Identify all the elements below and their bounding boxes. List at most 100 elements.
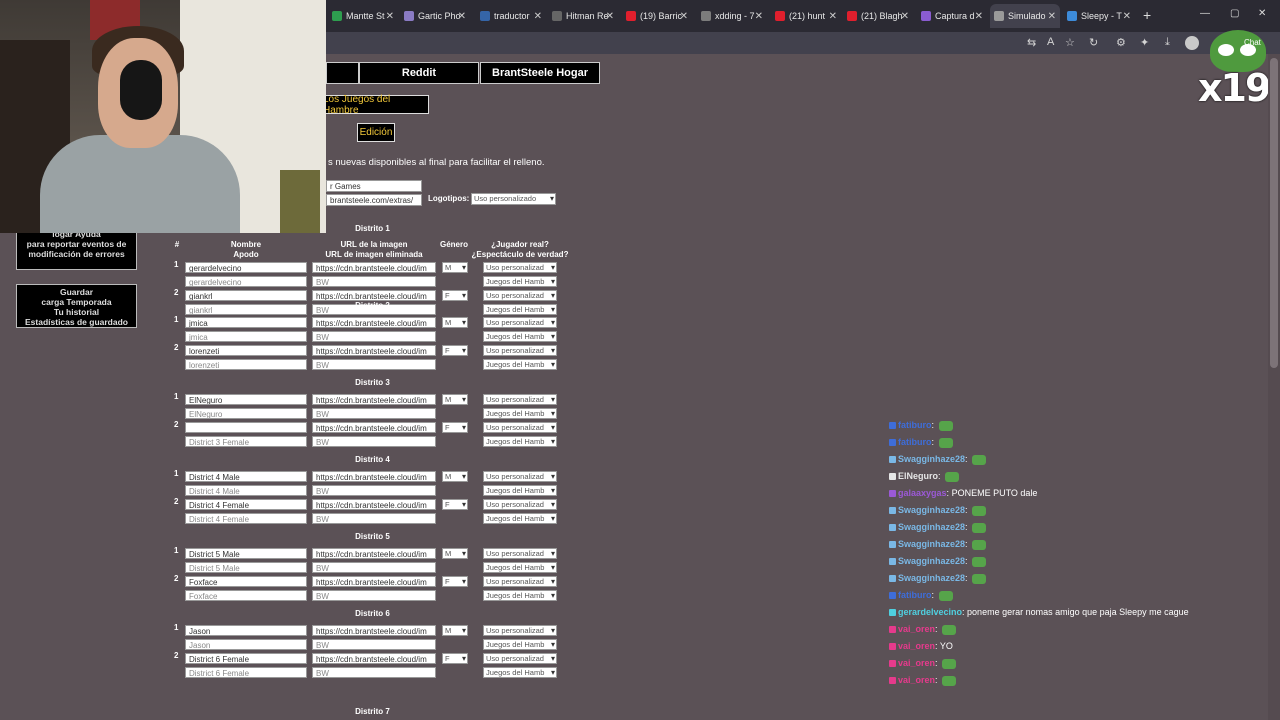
- tribute-dead-image-input[interactable]: BW: [312, 408, 436, 419]
- tribute-gender-select[interactable]: F: [442, 345, 468, 356]
- tribute-real-player-select[interactable]: Uso personalizad: [483, 317, 557, 328]
- tribute-real-player-select[interactable]: Uso personalizad: [483, 471, 557, 482]
- tribute-spectacle-select[interactable]: Juegos del Hamb: [483, 513, 557, 524]
- nav-home-button[interactable]: BrantSteele Hogar: [480, 62, 600, 84]
- tribute-spectacle-select[interactable]: Juegos del Hamb: [483, 359, 557, 370]
- tribute-name-input[interactable]: ElNeguro: [185, 394, 307, 405]
- chat-username[interactable]: vai_oren: [898, 624, 935, 634]
- tribute-nickname-input[interactable]: District 3 Female: [185, 436, 307, 447]
- chat-username[interactable]: fatiburo: [898, 590, 932, 600]
- tribute-image-url-input[interactable]: https://cdn.brantsteele.cloud/im: [312, 625, 436, 636]
- browser-tab[interactable]: (21) Blagh ✕: [843, 4, 913, 28]
- chat-username[interactable]: gerardelvecino: [898, 607, 962, 617]
- tribute-nickname-input[interactable]: jmica: [185, 331, 307, 342]
- history-link[interactable]: Tu historial: [17, 307, 136, 317]
- tribute-real-player-select[interactable]: Uso personalizad: [483, 345, 557, 356]
- tribute-dead-image-input[interactable]: BW: [312, 513, 436, 524]
- tribute-spectacle-select[interactable]: Juegos del Hamb: [483, 485, 557, 496]
- tribute-nickname-input[interactable]: gerardelvecino: [185, 276, 307, 287]
- tribute-image-url-input[interactable]: https://cdn.brantsteele.cloud/im: [312, 576, 436, 587]
- tribute-image-url-input[interactable]: https://cdn.brantsteele.cloud/im: [312, 422, 436, 433]
- chat-username[interactable]: vai_oren: [898, 658, 935, 668]
- nav-reddit-button[interactable]: Reddit: [359, 62, 479, 84]
- tribute-real-player-select[interactable]: Uso personalizad: [483, 625, 557, 636]
- load-season-link[interactable]: carga Temporada: [17, 297, 136, 307]
- chat-username[interactable]: vai_oren: [898, 641, 935, 651]
- browser-tab[interactable]: (19) Barric ✕: [622, 4, 692, 28]
- tribute-name-input[interactable]: gerardelvecino: [185, 262, 307, 273]
- tribute-name-input[interactable]: District 5 Male: [185, 548, 307, 559]
- tribute-nickname-input[interactable]: ElNeguro: [185, 408, 307, 419]
- game-title-button[interactable]: Los Juegos del Hambre: [322, 94, 429, 116]
- downloads-icon[interactable]: ⤓: [1165, 36, 1170, 49]
- tribute-real-player-select[interactable]: Uso personalizad: [483, 290, 557, 301]
- collections-icon[interactable]: ✦: [1140, 36, 1149, 49]
- tribute-nickname-input[interactable]: District 4 Female: [185, 513, 307, 524]
- tribute-spectacle-select[interactable]: Juegos del Hamb: [483, 590, 557, 601]
- tribute-nickname-input[interactable]: giankrl: [185, 304, 307, 315]
- tribute-gender-select[interactable]: M: [442, 625, 468, 636]
- nav-button-partial[interactable]: [326, 62, 359, 84]
- tab-close-icon[interactable]: ✕: [975, 11, 983, 22]
- chat-username[interactable]: vai_oren: [898, 675, 935, 685]
- tribute-nickname-input[interactable]: District 4 Male: [185, 485, 307, 496]
- tribute-nickname-input[interactable]: Jason: [185, 639, 307, 650]
- tribute-spectacle-select[interactable]: Juegos del Hamb: [483, 436, 557, 447]
- tribute-spectacle-select[interactable]: Juegos del Hamb: [483, 408, 557, 419]
- tribute-gender-select[interactable]: F: [442, 576, 468, 587]
- tribute-name-input[interactable]: Jason: [185, 625, 307, 636]
- browser-tab[interactable]: Captura d ✕: [917, 4, 987, 28]
- tribute-image-url-input[interactable]: https://cdn.brantsteele.cloud/im: [312, 499, 436, 510]
- tribute-name-input[interactable]: [185, 422, 307, 433]
- scrollbar-thumb[interactable]: [1270, 58, 1278, 368]
- save-box[interactable]: Guardar carga Temporada Tu historial Est…: [16, 284, 137, 328]
- tribute-spectacle-select[interactable]: Juegos del Hamb: [483, 304, 557, 315]
- page-scrollbar[interactable]: [1268, 54, 1280, 720]
- tribute-name-input[interactable]: Foxface: [185, 576, 307, 587]
- browser-tab[interactable]: Sleepy - T ✕: [1063, 4, 1135, 28]
- logos-select[interactable]: Uso personalizado: [471, 193, 556, 205]
- tribute-nickname-input[interactable]: Foxface: [185, 590, 307, 601]
- browser-tab[interactable]: xdding - 7 ✕: [697, 4, 767, 28]
- tribute-image-url-input[interactable]: https://cdn.brantsteele.cloud/im: [312, 548, 436, 559]
- tribute-image-url-input[interactable]: https://cdn.brantsteele.cloud/im: [312, 653, 436, 664]
- browser-tab[interactable]: Gartic Pho ✕: [400, 4, 470, 28]
- tribute-spectacle-select[interactable]: Juegos del Hamb: [483, 667, 557, 678]
- tribute-image-url-input[interactable]: https://cdn.brantsteele.cloud/im: [312, 262, 436, 273]
- tab-close-icon[interactable]: ✕: [1123, 11, 1131, 22]
- tribute-spectacle-select[interactable]: Juegos del Hamb: [483, 562, 557, 573]
- chat-username[interactable]: Swagginhaze28: [898, 522, 965, 532]
- tribute-real-player-select[interactable]: Uso personalizad: [483, 548, 557, 559]
- tribute-gender-select[interactable]: F: [442, 499, 468, 510]
- tab-close-icon[interactable]: ✕: [386, 11, 394, 22]
- chat-username[interactable]: Swagginhaze28: [898, 556, 965, 566]
- tribute-name-input[interactable]: District 4 Male: [185, 471, 307, 482]
- tribute-nickname-input[interactable]: lorenzeti: [185, 359, 307, 370]
- extensions-icon[interactable]: ⚙: [1116, 36, 1126, 49]
- tribute-real-player-select[interactable]: Uso personalizad: [483, 262, 557, 273]
- tribute-dead-image-input[interactable]: BW: [312, 639, 436, 650]
- tab-close-icon[interactable]: ✕: [755, 11, 763, 22]
- season-name-input[interactable]: r Games: [326, 180, 422, 192]
- chat-username[interactable]: ElNeguro: [898, 471, 938, 481]
- tribute-image-url-input[interactable]: https://cdn.brantsteele.cloud/im: [312, 394, 436, 405]
- logo-url-input[interactable]: brantsteele.com/extras/: [326, 194, 422, 206]
- tribute-gender-select[interactable]: F: [442, 653, 468, 664]
- read-aloud-icon[interactable]: A: [1047, 36, 1054, 48]
- translate-icon[interactable]: ⇆: [1027, 36, 1036, 49]
- tribute-name-input[interactable]: District 4 Female: [185, 499, 307, 510]
- tribute-dead-image-input[interactable]: BW: [312, 436, 436, 447]
- tribute-gender-select[interactable]: M: [442, 394, 468, 405]
- tab-close-icon[interactable]: ✕: [680, 11, 688, 22]
- tribute-image-url-input[interactable]: https://cdn.brantsteele.cloud/im: [312, 345, 436, 356]
- close-window-button[interactable]: ✕: [1258, 8, 1266, 19]
- tab-close-icon[interactable]: ✕: [829, 11, 837, 22]
- chat-username[interactable]: Swagginhaze28: [898, 505, 965, 515]
- save-title[interactable]: Guardar: [17, 287, 136, 297]
- tribute-real-player-select[interactable]: Uso personalizad: [483, 576, 557, 587]
- tribute-image-url-input[interactable]: https://cdn.brantsteele.cloud/im: [312, 317, 436, 328]
- tribute-name-input[interactable]: jmica: [185, 317, 307, 328]
- chat-username[interactable]: Swagginhaze28: [898, 539, 965, 549]
- tribute-real-player-select[interactable]: Uso personalizad: [483, 394, 557, 405]
- chat-username[interactable]: galaaxygas: [898, 488, 947, 498]
